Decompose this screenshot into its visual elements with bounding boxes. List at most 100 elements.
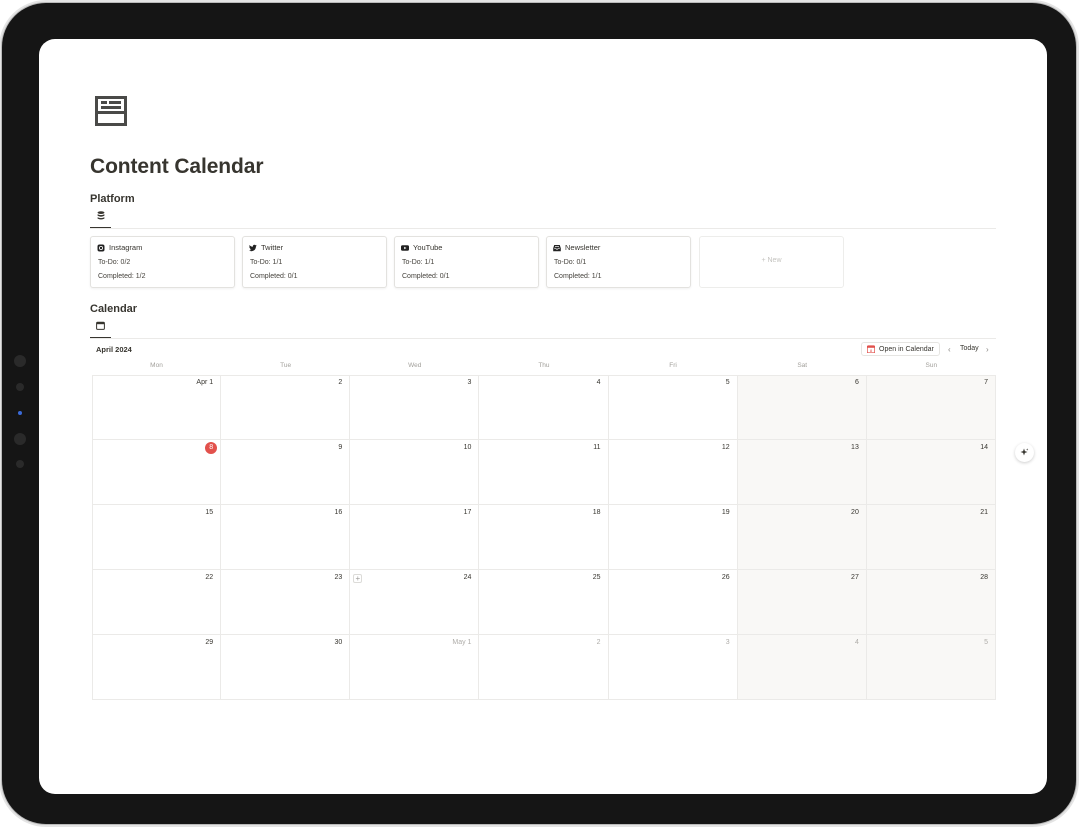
card-todo: To-Do: 0/2 xyxy=(98,259,131,266)
side-sensor xyxy=(16,383,24,391)
calendar-day-cell[interactable]: 17 xyxy=(350,505,480,570)
weekday-header: Mon xyxy=(150,362,163,369)
calendar-day-cell[interactable]: 27 xyxy=(737,570,867,635)
divider xyxy=(90,338,996,339)
calendar-day-cell[interactable]: 29 xyxy=(92,635,222,700)
day-number: 30 xyxy=(334,639,343,646)
day-number: 4 xyxy=(596,379,601,386)
calendar-app-icon: 8 xyxy=(867,345,875,353)
day-number: Apr 1 xyxy=(196,379,214,386)
day-number: 3 xyxy=(725,639,730,646)
weekday-header: Sun xyxy=(925,362,938,369)
calendar-day-cell[interactable]: 14 xyxy=(866,440,996,505)
calendar-day-cell[interactable]: 11 xyxy=(479,440,609,505)
calendar-day-cell[interactable]: 30 xyxy=(221,635,351,700)
day-number: 18 xyxy=(592,509,601,516)
day-number: 5 xyxy=(984,639,988,646)
youtube-icon xyxy=(401,244,409,251)
calendar-day-cell[interactable]: 25 xyxy=(479,570,609,635)
weekday-header: Tue xyxy=(280,362,292,369)
calendar-day-cell[interactable]: 4 xyxy=(737,635,867,700)
chevron-right-icon[interactable]: › xyxy=(986,345,989,354)
weekday-header: Fri xyxy=(669,362,677,369)
calendar-day-cell[interactable]: 2 xyxy=(479,635,609,700)
calendar-day-cell[interactable]: 7 xyxy=(866,375,996,440)
calendar-day-cell[interactable]: 9 xyxy=(221,440,351,505)
card-title: Twitter xyxy=(261,243,284,252)
calendar-grid: Mon Tue Wed Thu Fri Sat Sun Apr 1 2 3 4 5 6 7 8 9 10 11 12… xyxy=(92,362,996,700)
day-number: 7 xyxy=(984,379,988,386)
side-button xyxy=(14,355,26,367)
card-todo: To-Do: 0/1 xyxy=(554,259,587,266)
card-completed: Completed: 1/2 xyxy=(98,273,146,280)
day-number: 13 xyxy=(851,444,859,451)
calendar-day-cell[interactable]: 10 xyxy=(350,440,480,505)
ai-assistant-button[interactable] xyxy=(1015,443,1034,462)
day-number: 22 xyxy=(205,574,214,581)
day-number: 14 xyxy=(980,444,988,451)
platform-card-instagram[interactable]: Instagram To-Do: 0/2 Completed: 1/2 xyxy=(90,236,235,288)
divider xyxy=(90,228,996,229)
day-number: 9 xyxy=(338,444,343,451)
calendar-day-cell[interactable]: 20 xyxy=(737,505,867,570)
platform-card-twitter[interactable]: Twitter To-Do: 1/1 Completed: 0/1 xyxy=(242,236,387,288)
calendar-day-cell[interactable]: 3 xyxy=(350,375,480,440)
card-completed: Completed: 0/1 xyxy=(250,273,298,280)
day-number: 19 xyxy=(721,509,730,516)
day-number: 5 xyxy=(725,379,730,386)
calendar-day-cell[interactable]: 23 xyxy=(221,570,351,635)
open-in-calendar-button[interactable]: 8 Open in Calendar xyxy=(861,342,940,356)
calendar-heading: Calendar xyxy=(90,303,138,315)
calendar-day-cell[interactable]: 6 xyxy=(737,375,867,440)
side-sensor xyxy=(16,460,24,468)
calendar-day-cell[interactable]: 15 xyxy=(92,505,222,570)
calendar-day-cell[interactable]: May 1 xyxy=(350,635,480,700)
card-title: YouTube xyxy=(413,243,443,252)
day-number: 6 xyxy=(854,379,859,386)
today-button[interactable]: Today xyxy=(960,345,979,352)
calendar-day-cell[interactable]: 22 xyxy=(92,570,222,635)
day-number: 23 xyxy=(334,574,343,581)
calendar-day-cell[interactable]: 4 xyxy=(479,375,609,440)
calendar-day-cell[interactable]: 16 xyxy=(221,505,351,570)
new-card-button[interactable]: + New xyxy=(699,236,844,288)
day-number: 4 xyxy=(854,639,859,646)
day-number: 25 xyxy=(592,574,601,581)
chevron-left-icon[interactable]: ‹ xyxy=(948,345,951,354)
calendar-day-cell[interactable]: 5 xyxy=(608,375,738,440)
tablet-frame: Content Calendar Platform Instagram To-D… xyxy=(2,3,1076,824)
calendar-view-tab[interactable] xyxy=(90,321,111,339)
platform-card-youtube[interactable]: YouTube To-Do: 1/1 Completed: 0/1 xyxy=(394,236,539,288)
day-number: 26 xyxy=(721,574,730,581)
calendar-day-cell[interactable]: 26 xyxy=(608,570,738,635)
calendar-day-cell[interactable]: 5 xyxy=(866,635,996,700)
calendar-day-cell[interactable]: Apr 1 xyxy=(92,375,222,440)
calendar-day-cell[interactable]: 12 xyxy=(608,440,738,505)
day-number: 2 xyxy=(596,639,601,646)
calendar-day-cell[interactable]: 24 + xyxy=(350,570,480,635)
calendar-day-cell[interactable]: 8 xyxy=(92,440,222,505)
calendar-day-cell[interactable]: 21 xyxy=(866,505,996,570)
add-event-button[interactable]: + xyxy=(353,574,363,583)
day-number: 29 xyxy=(205,639,214,646)
calendar-day-cell[interactable]: 13 xyxy=(737,440,867,505)
day-number: 12 xyxy=(721,444,730,451)
card-title: Newsletter xyxy=(565,243,601,252)
calendar-day-cell[interactable]: 19 xyxy=(608,505,738,570)
calendar-day-cell[interactable]: 2 xyxy=(221,375,351,440)
open-in-calendar-label: Open in Calendar xyxy=(879,345,934,353)
card-todo: To-Do: 1/1 xyxy=(402,259,435,266)
platform-view-tab[interactable] xyxy=(90,211,111,229)
twitter-icon xyxy=(249,244,257,251)
layout-template-icon[interactable] xyxy=(95,96,127,126)
card-title: Instagram xyxy=(109,243,143,252)
calendar-day-cell[interactable]: 18 xyxy=(479,505,609,570)
calendar-day-cell[interactable]: 3 xyxy=(608,635,738,700)
weekday-header: Sat xyxy=(797,362,808,369)
page-title: Content Calendar xyxy=(90,155,264,178)
day-number: 17 xyxy=(463,509,472,516)
calendar-icon xyxy=(96,321,105,330)
card-completed: Completed: 1/1 xyxy=(554,273,602,280)
platform-card-newsletter[interactable]: Newsletter To-Do: 0/1 Completed: 1/1 xyxy=(546,236,691,288)
calendar-day-cell[interactable]: 28 xyxy=(866,570,996,635)
